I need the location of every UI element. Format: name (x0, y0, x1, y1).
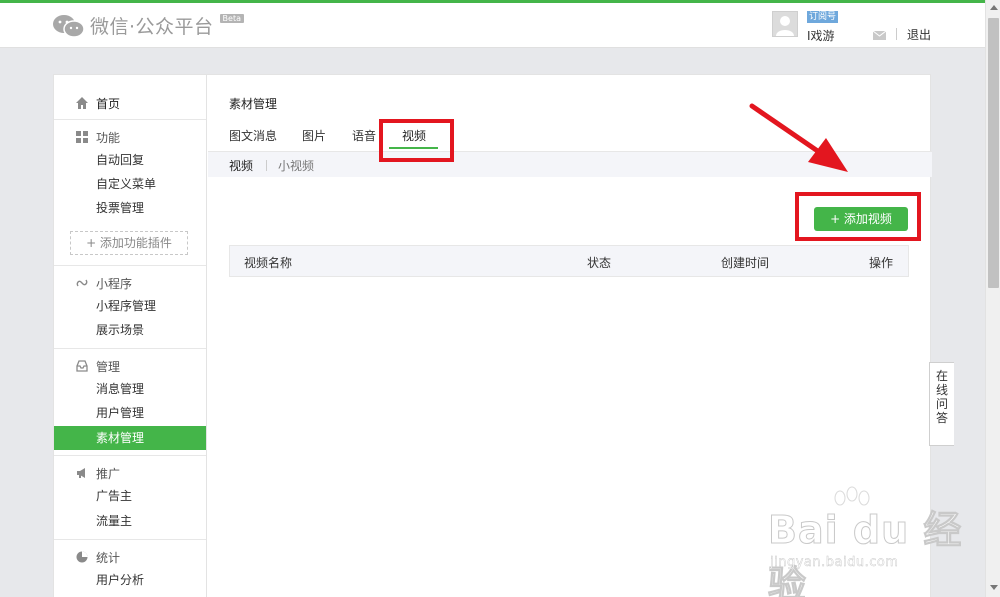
top-header: 微信·公众平台 Beta 订阅号 I戏游 退出 (0, 3, 985, 48)
sidebar-item-user-analysis[interactable]: 用户分析 (54, 568, 206, 592)
mail-icon[interactable] (873, 31, 886, 40)
sidebar-item-display-scene[interactable]: 展示场景 (54, 318, 206, 342)
logo-text: 微信·公众平台 (90, 16, 214, 38)
sidebar-divider (54, 539, 206, 540)
annotation-box-add-button (795, 192, 921, 241)
section-title: 管理 (96, 360, 121, 374)
sidebar-divider (54, 119, 206, 120)
online-qa-char: 问 (935, 397, 948, 411)
sidebar-section-function: 功能 (54, 127, 206, 147)
annotation-arrow-icon (749, 103, 848, 172)
sidebar-item-user-manage[interactable]: 用户管理 (54, 401, 206, 425)
sidebar-divider (54, 265, 206, 266)
header-separator (896, 28, 897, 40)
sidebar-item-advertiser[interactable]: 广告主 (54, 484, 206, 508)
scroll-up-icon[interactable] (990, 5, 998, 10)
sidebar-section-miniprogram: 小程序 (54, 273, 206, 293)
sidebar-item-vote[interactable]: 投票管理 (54, 196, 206, 220)
sidebar: 首页 功能 自动回复 自定义菜单 投票管理 + 添加功能插件 小程序 小程序管理… (54, 75, 207, 597)
grid-icon (76, 131, 88, 143)
subtab-short-video[interactable]: 小视频 (278, 157, 314, 174)
wechat-icon (53, 14, 85, 38)
online-qa-button[interactable]: 在 线 问 答 (929, 362, 954, 446)
wechat-logo[interactable]: 微信·公众平台 Beta (52, 12, 244, 39)
annotation-box-video-tab (379, 119, 454, 162)
page-title: 素材管理 (229, 97, 278, 111)
sidebar-item-publisher[interactable]: 流量主 (54, 509, 206, 533)
logout-link[interactable]: 退出 (907, 26, 931, 43)
section-title: 小程序 (96, 277, 133, 291)
online-qa-char: 在 (935, 369, 948, 383)
column-actions: 操作 (869, 256, 894, 270)
username[interactable]: I戏游 (807, 27, 835, 44)
watermark-brand: Bai du 经验 (768, 508, 963, 597)
subtab-separator (266, 160, 267, 171)
sidebar-item-auto-reply[interactable]: 自动回复 (54, 148, 206, 172)
account-type-badge: 订阅号 (807, 11, 839, 23)
column-created-time: 创建时间 (721, 256, 770, 270)
section-title: 推广 (96, 467, 121, 481)
pie-icon (76, 551, 88, 563)
user-icon (776, 16, 794, 36)
sidebar-section-manage: 管理 (54, 356, 206, 376)
sidebar-item-label: 首页 (96, 97, 121, 111)
column-status: 状态 (587, 256, 612, 270)
tab-article[interactable]: 图文消息 (229, 127, 277, 144)
section-title: 功能 (96, 131, 121, 145)
add-plugin-button[interactable]: + 添加功能插件 (70, 231, 188, 255)
section-title: 统计 (96, 551, 121, 565)
online-qa-char: 线 (935, 383, 948, 397)
beta-badge: Beta (219, 14, 244, 23)
online-qa-char: 答 (935, 411, 948, 425)
sidebar-divider (54, 455, 206, 456)
sidebar-section-promote: 推广 (54, 463, 206, 483)
sidebar-item-home[interactable]: 首页 (54, 93, 206, 113)
sidebar-divider (54, 348, 206, 349)
scroll-thumb[interactable] (988, 18, 999, 288)
miniprogram-icon (76, 279, 88, 287)
avatar[interactable] (772, 11, 798, 37)
sidebar-section-stats: 统计 (54, 547, 206, 567)
subtab-video[interactable]: 视频 (229, 157, 253, 174)
inbox-icon (76, 360, 88, 372)
sidebar-item-material-manage[interactable]: 素材管理 (54, 426, 206, 450)
watermark-url: jingyan.baidu.com (770, 555, 899, 570)
sidebar-item-message-manage[interactable]: 消息管理 (54, 377, 206, 401)
home-icon (76, 97, 88, 109)
column-video-name: 视频名称 (244, 256, 293, 270)
tab-image[interactable]: 图片 (302, 127, 326, 144)
sidebar-item-custom-menu[interactable]: 自定义菜单 (54, 172, 206, 196)
megaphone-icon (77, 468, 85, 478)
tab-voice[interactable]: 语音 (352, 127, 376, 144)
video-table-header: 视频名称 状态 创建时间 操作 (229, 245, 909, 277)
sidebar-item-miniprogram-manage[interactable]: 小程序管理 (54, 294, 206, 318)
